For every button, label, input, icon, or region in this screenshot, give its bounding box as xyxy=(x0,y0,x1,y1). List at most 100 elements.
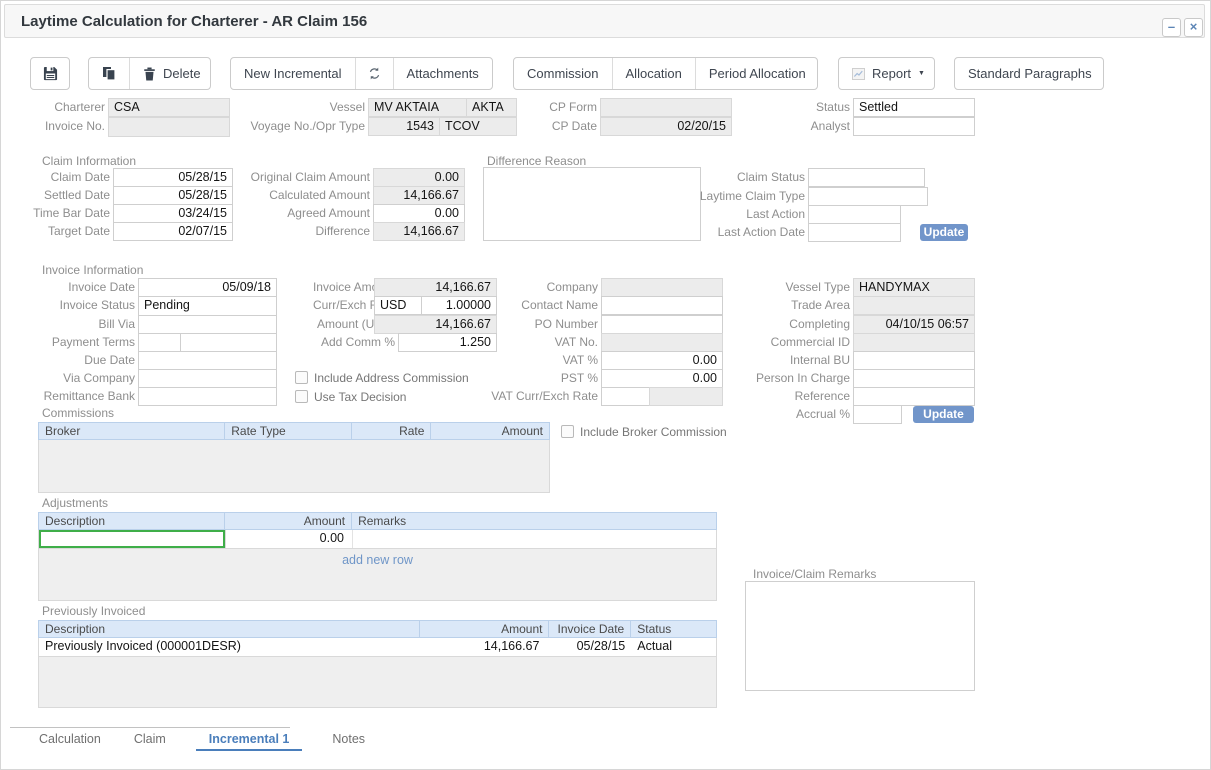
target-date-field[interactable]: 02/07/15 xyxy=(113,222,233,241)
copy-button[interactable] xyxy=(89,58,130,89)
vessel-type-field: HANDYMAX xyxy=(853,278,975,297)
window-title: Laytime Calculation for Charterer - AR C… xyxy=(21,13,367,30)
commissions-table-header: Broker Rate Type Rate Amount xyxy=(38,422,550,440)
via-company-field[interactable] xyxy=(138,369,277,388)
allocation-button[interactable]: Allocation xyxy=(613,58,696,89)
add-comm-label: Add Comm % xyxy=(260,333,395,352)
report-chart-icon xyxy=(852,68,865,80)
prev-description-cell: Previously Invoiced (000001DESR) xyxy=(39,638,420,656)
adjustments-description-cell[interactable] xyxy=(39,530,226,548)
laytime-claim-type-field[interactable] xyxy=(808,187,928,206)
internal-bu-field[interactable] xyxy=(853,351,975,370)
add-new-row-link[interactable]: add new row xyxy=(39,549,716,567)
time-bar-date-field[interactable]: 03/24/15 xyxy=(113,204,233,223)
report-group: Report ▼ xyxy=(838,57,935,90)
tab-calculation[interactable]: Calculation xyxy=(36,732,104,751)
payment-terms-code-field[interactable] xyxy=(138,333,181,352)
new-incremental-button[interactable]: New Incremental xyxy=(231,58,356,89)
invoice-date-label: Invoice Date xyxy=(0,278,135,297)
status-field[interactable]: Settled xyxy=(853,98,975,117)
prev-col-status: Status xyxy=(631,621,716,637)
prev-col-invoice-date: Invoice Date xyxy=(549,621,631,637)
commissions-title: Commissions xyxy=(42,406,114,420)
close-button[interactable]: × xyxy=(1184,18,1203,37)
adjustments-table-header: Description Amount Remarks xyxy=(38,512,717,530)
voyage-no-field: 1543 xyxy=(368,117,440,136)
save-button[interactable] xyxy=(31,58,70,89)
due-date-field[interactable] xyxy=(138,351,277,370)
accrual-field[interactable] xyxy=(853,405,902,424)
refresh-icon xyxy=(368,67,381,80)
invoice-status-field[interactable]: Pending xyxy=(138,296,277,316)
include-address-commission-label: Include Address Commission xyxy=(314,369,469,387)
vat-curr-field[interactable] xyxy=(601,387,650,406)
invoice-claim-remarks-textarea[interactable] xyxy=(745,581,975,691)
vat-curr-exch-label: VAT Curr/Exch Rate xyxy=(460,387,598,406)
commercial-id-label: Commercial ID xyxy=(700,333,850,352)
use-tax-decision-checkbox[interactable] xyxy=(295,390,308,403)
agreed-amount-field[interactable]: 0.00 xyxy=(373,204,465,223)
attachments-button[interactable]: Attachments xyxy=(394,58,492,89)
include-address-commission-checkbox[interactable] xyxy=(295,371,308,384)
remittance-bank-field[interactable] xyxy=(138,387,277,406)
adjustments-remarks-cell[interactable] xyxy=(353,530,716,548)
payment-terms-label: Payment Terms xyxy=(0,333,135,352)
bill-via-field[interactable] xyxy=(138,315,277,334)
prev-invoice-date-cell: 05/28/15 xyxy=(549,638,631,656)
include-broker-commission-checkbox[interactable] xyxy=(561,425,574,438)
settled-date-field[interactable]: 05/28/15 xyxy=(113,186,233,205)
previously-invoiced-row[interactable]: Previously Invoiced (000001DESR) 14,166.… xyxy=(38,638,717,657)
adjustments-col-remarks: Remarks xyxy=(352,513,716,529)
difference-field: 14,166.67 xyxy=(373,222,465,241)
commissions-table-body[interactable] xyxy=(38,440,550,493)
commissions-col-rate: Rate xyxy=(352,423,432,439)
previously-invoiced-table-header: Description Amount Invoice Date Status xyxy=(38,620,717,638)
save-button-group xyxy=(30,57,70,90)
via-company-label: Via Company xyxy=(0,369,135,388)
standard-paragraphs-group: Standard Paragraphs xyxy=(954,57,1104,90)
difference-reason-label: Difference Reason xyxy=(487,154,586,168)
claim-date-label: Claim Date xyxy=(0,168,110,187)
person-in-charge-label: Person In Charge xyxy=(700,369,850,388)
delete-button[interactable]: Delete xyxy=(130,58,214,89)
calculated-amount-field: 14,166.67 xyxy=(373,186,465,205)
adjustments-row: 0.00 xyxy=(38,530,717,549)
last-action-label: Last Action xyxy=(640,205,805,224)
commissions-col-rate-type: Rate Type xyxy=(225,423,352,439)
invoice-no-label: Invoice No. xyxy=(20,117,105,136)
commission-group: Commission Allocation Period Allocation xyxy=(513,57,818,90)
currency-field[interactable]: USD xyxy=(374,296,422,315)
cp-form-label: CP Form xyxy=(480,98,597,117)
invoice-claim-remarks-label: Invoice/Claim Remarks xyxy=(753,567,876,581)
vessel-label: Vessel xyxy=(230,98,365,117)
reference-field[interactable] xyxy=(853,387,975,406)
claim-update-button[interactable]: Update xyxy=(920,224,968,241)
last-action-date-field[interactable] xyxy=(808,223,901,242)
use-tax-decision-label: Use Tax Decision xyxy=(314,388,406,406)
claim-date-field[interactable]: 05/28/15 xyxy=(113,168,233,187)
tab-claim[interactable]: Claim xyxy=(131,732,169,751)
original-claim-amount-field: 0.00 xyxy=(373,168,465,187)
person-in-charge-field[interactable] xyxy=(853,369,975,388)
accrual-update-button[interactable]: Update xyxy=(913,406,974,423)
prev-amount-cell: 14,166.67 xyxy=(420,638,550,656)
last-action-field[interactable] xyxy=(808,205,901,224)
tab-incremental-1[interactable]: Incremental 1 xyxy=(196,732,303,751)
analyst-field[interactable] xyxy=(853,117,975,136)
adjustments-amount-cell[interactable]: 0.00 xyxy=(226,530,353,548)
completing-field: 04/10/15 06:57 xyxy=(853,315,975,334)
claim-status-field[interactable] xyxy=(808,168,925,187)
report-button[interactable]: Report ▼ xyxy=(839,58,938,89)
status-label: Status xyxy=(760,98,850,117)
vessel-name-field: MV AKTAIA xyxy=(368,98,467,117)
tab-notes[interactable]: Notes xyxy=(329,732,368,751)
commission-button[interactable]: Commission xyxy=(514,58,613,89)
tab-bar: Calculation Claim Incremental 1 Notes xyxy=(36,732,368,751)
trade-area-field xyxy=(853,296,975,315)
period-allocation-button[interactable]: Period Allocation xyxy=(696,58,819,89)
standard-paragraphs-button[interactable]: Standard Paragraphs xyxy=(955,58,1105,89)
minimize-button[interactable]: – xyxy=(1162,18,1181,37)
vessel-type-label: Vessel Type xyxy=(700,278,850,297)
refresh-button[interactable] xyxy=(356,58,394,89)
invoice-date-field[interactable]: 05/09/18 xyxy=(138,278,277,297)
